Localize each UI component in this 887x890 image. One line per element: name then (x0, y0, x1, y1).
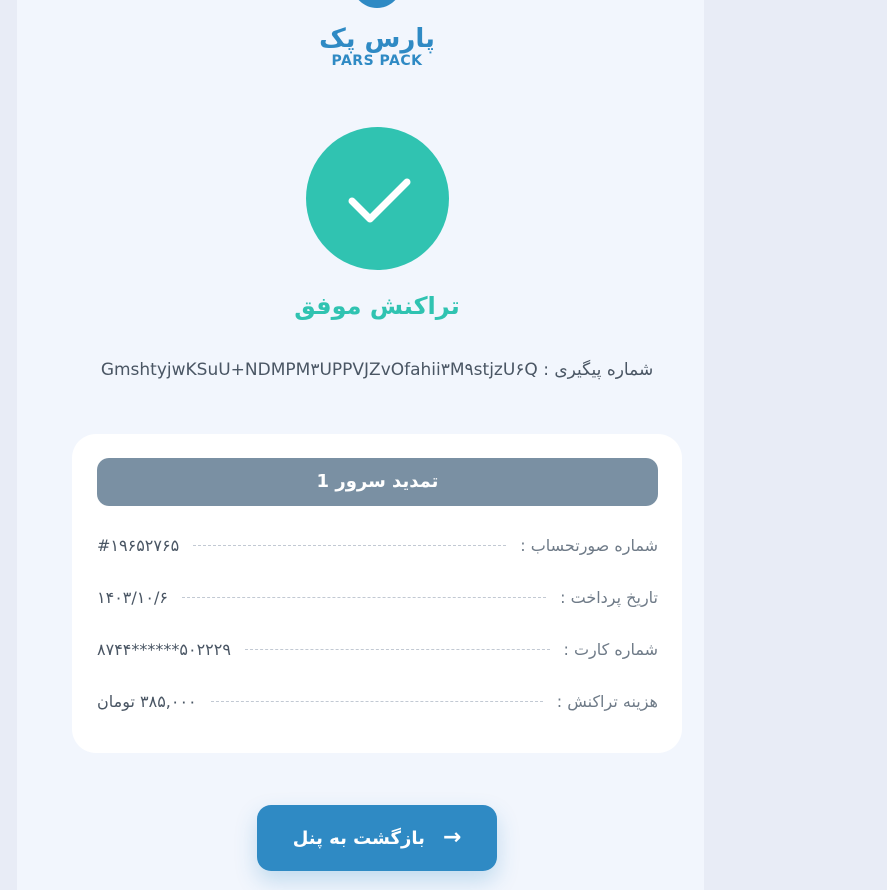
card-number-label: شماره کارت : (563, 639, 658, 659)
transaction-details-card: تمدید سرور 1 #۱۹۶۵۲۷۶۵ شماره صورتحساب : … (72, 434, 682, 753)
logo-text-fa: پارس پک (319, 24, 435, 54)
tracking-code: GmshtyjwKSuU+NDMPM۳UPPVJZvOfahii۳M۹stjzU… (100, 360, 538, 380)
invoice-number-label: شماره صورتحساب : (520, 535, 658, 555)
back-to-panel-button[interactable]: → بازگشت به پنل (257, 805, 497, 871)
transaction-cost-value: ۳۸۵,۰۰۰ تومان (97, 691, 197, 711)
main-panel: پارس پک PARS PACK تراکنش موفق شماره پیگی… (17, 0, 704, 890)
tracking-number: شماره پیگیری : GmshtyjwKSuU+NDMPM۳UPPVJZ… (77, 360, 677, 380)
logo-top-circle (352, 0, 402, 8)
invoice-number-row: #۱۹۶۵۲۷۶۵ شماره صورتحساب : (97, 532, 658, 558)
transaction-cost-row: ۳۸۵,۰۰۰ تومان هزینه تراکنش : (97, 688, 658, 714)
row-divider (181, 596, 547, 598)
row-divider (244, 648, 550, 650)
row-divider (193, 544, 507, 546)
transaction-cost-label: هزینه تراکنش : (556, 691, 658, 711)
arrow-right-icon: → (442, 825, 462, 850)
logo-text-en: PARS PACK (331, 53, 423, 69)
row-divider (210, 700, 543, 702)
success-check-icon (306, 127, 449, 270)
invoice-number-value: #۱۹۶۵۲۷۶۵ (97, 535, 180, 555)
card-header: تمدید سرور 1 (97, 458, 658, 506)
transaction-status-title: تراکنش موفق (294, 292, 460, 320)
tracking-label: شماره پیگیری : (543, 360, 654, 380)
card-number-row: ۵۰۲۲۲۹******۸۷۴۴ شماره کارت : (97, 636, 658, 662)
payment-date-row: ۱۴۰۳/۱۰/۶ تاریخ پرداخت : (97, 584, 658, 610)
card-number-value: ۵۰۲۲۲۹******۸۷۴۴ (97, 639, 231, 659)
parspack-logo: پارس پک PARS PACK (317, 24, 437, 68)
back-button-label: بازگشت به پنل (292, 827, 425, 849)
payment-date-label: تاریخ پرداخت : (560, 587, 658, 607)
payment-date-value: ۱۴۰۳/۱۰/۶ (97, 587, 168, 607)
